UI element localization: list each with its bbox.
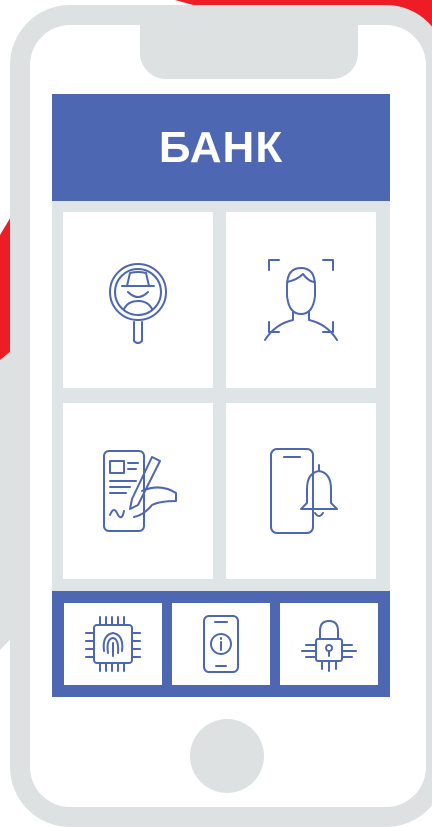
bank-header: БАНК: [52, 94, 390, 201]
tile-face-id[interactable]: [226, 212, 376, 388]
face-scan-icon: [264, 259, 338, 341]
phone-notch: [140, 23, 358, 79]
bank-title: БАНК: [158, 122, 284, 172]
spy-magnifier-icon: [109, 263, 167, 344]
phone-notification-bell-icon: [270, 447, 338, 534]
tile-security[interactable]: [280, 603, 378, 685]
tile-fingerprint[interactable]: [64, 603, 162, 685]
phone-info-icon: [203, 615, 239, 673]
home-button[interactable]: [190, 719, 264, 793]
tile-info[interactable]: [172, 603, 270, 685]
tile-spy-search[interactable]: [63, 212, 213, 388]
bottom-tiles: [52, 591, 390, 697]
phone-screen: БАНК: [52, 94, 390, 697]
tile-e-signature[interactable]: [63, 402, 213, 579]
circuit-lock-icon: [301, 620, 357, 672]
feature-tiles: [52, 201, 390, 591]
fingerprint-chip-icon: [85, 616, 141, 672]
signature-phone-icon: [103, 449, 177, 532]
tile-notifications[interactable]: [226, 402, 376, 579]
